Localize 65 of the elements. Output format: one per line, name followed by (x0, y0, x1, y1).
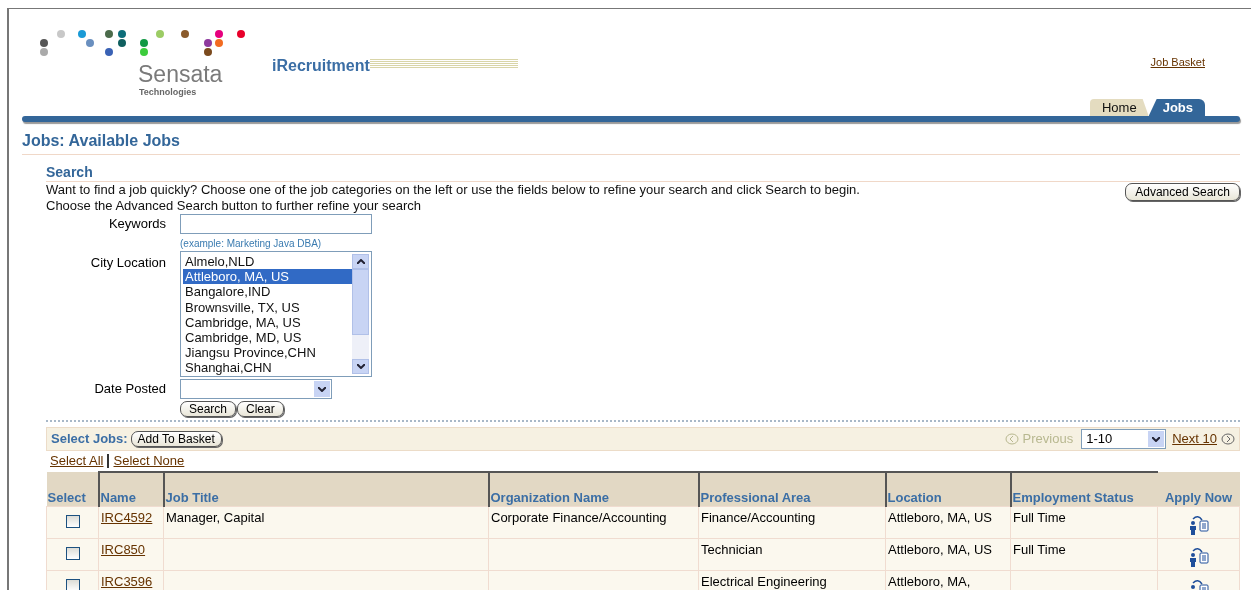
instructions-text: Want to find a job quickly? Choose one of the job categories on the left or use the fields below to refine your search and click Search to begin. (46, 182, 861, 198)
column-header: Job Title (163, 472, 489, 506)
add-to-basket-button[interactable]: Add To Basket (130, 431, 222, 447)
column-header: Name (98, 472, 164, 506)
apply-person-icon[interactable] (1187, 515, 1210, 536)
dropdown-icon (1148, 431, 1165, 447)
column-header: Apply Now (1157, 472, 1240, 506)
field-label: Keywords (107, 215, 166, 233)
list-option[interactable]: Attleboro, MA, US (183, 269, 352, 285)
list-option[interactable]: Jiangsu Province,CHN (183, 345, 352, 361)
table-cell: Technician (701, 541, 763, 557)
list-option[interactable]: Almelo,NLD (183, 254, 352, 270)
scroll-thumb[interactable] (352, 269, 369, 335)
field-label: Date Posted (93, 380, 166, 398)
table-cell: Attleboro, MA, US (888, 509, 993, 525)
tab[interactable]: Home (1089, 99, 1149, 116)
city-location-list[interactable]: Almelo,NLD Attleboro, MA, US Bangalore,IND Brownsville, TX, US Cambridge, MA, US Cambridge, MD, US Jiangsu Province,CHN Shanghai,CHN (180, 251, 372, 377)
hint-text: (example: Marketing Java DBA) (180, 237, 322, 251)
column-header: Select (46, 472, 99, 506)
select-all-link[interactable]: Select All (50, 451, 104, 471)
table-cell: Corporate Finance/Accounting (491, 509, 667, 525)
tab[interactable]: Jobs (1148, 99, 1205, 116)
field-label: City Location (89, 254, 166, 272)
table-cell: Manager, Capital (166, 509, 265, 525)
app-title: iRecruitment (272, 56, 370, 76)
instructions-text: Choose the Advanced Search button to further refine your search (46, 198, 423, 213)
list-option[interactable]: Bangalore,IND (183, 284, 352, 300)
previous-icon (1004, 433, 1019, 445)
scroll-up-icon[interactable] (352, 254, 369, 269)
apply-person-icon[interactable] (1187, 547, 1210, 568)
table-cell: Attleboro, MA, US (888, 541, 993, 557)
job-basket-link[interactable]: Job Basket (1150, 54, 1205, 71)
form-button[interactable]: Search (180, 401, 237, 417)
next-link[interactable]: Next 10 (1172, 429, 1217, 449)
select-jobs-label: Select Jobs: (51, 430, 128, 449)
list-option[interactable]: Brownsville, TX, US (183, 299, 352, 315)
scroll-down-icon[interactable] (352, 359, 369, 374)
form-button[interactable]: Clear (237, 401, 284, 417)
select-none-link[interactable]: Select None (113, 451, 185, 471)
keywords-field[interactable] (180, 214, 372, 234)
checkbox[interactable] (65, 514, 80, 528)
column-header: Organization Name (488, 472, 699, 506)
table-cell: Attleboro, MA, (888, 573, 971, 589)
column-header: Professional Area (698, 472, 886, 506)
date-posted-select[interactable] (180, 379, 332, 399)
logo-name: Sensata (138, 62, 223, 86)
list-option[interactable]: Cambridge, MA, US (183, 314, 352, 330)
table-cell: Finance/Accounting (701, 509, 816, 525)
next-icon[interactable] (1221, 433, 1235, 445)
table-cell: Full Time (1013, 541, 1066, 557)
checkbox[interactable] (65, 546, 80, 560)
table-cell: Full Time (1013, 509, 1066, 525)
column-header: Employment Status (1010, 472, 1158, 506)
table-cell: Electrical Engineering (701, 573, 827, 589)
range-select[interactable]: 1-10 (1081, 429, 1167, 449)
link-separator (107, 454, 110, 468)
advanced-search-button[interactable]: Advanced Search (1125, 183, 1240, 201)
column-header: Location (885, 472, 1011, 506)
dropdown-icon (314, 381, 330, 397)
section-heading: Search (46, 163, 1240, 182)
logo-subtitle: Technologies (139, 86, 197, 99)
page-title: Jobs: Available Jobs (22, 129, 1240, 155)
list-option[interactable]: Cambridge, MD, US (183, 330, 352, 346)
list-option[interactable]: Shanghai,CHN (183, 360, 352, 376)
checkbox[interactable] (65, 578, 80, 590)
